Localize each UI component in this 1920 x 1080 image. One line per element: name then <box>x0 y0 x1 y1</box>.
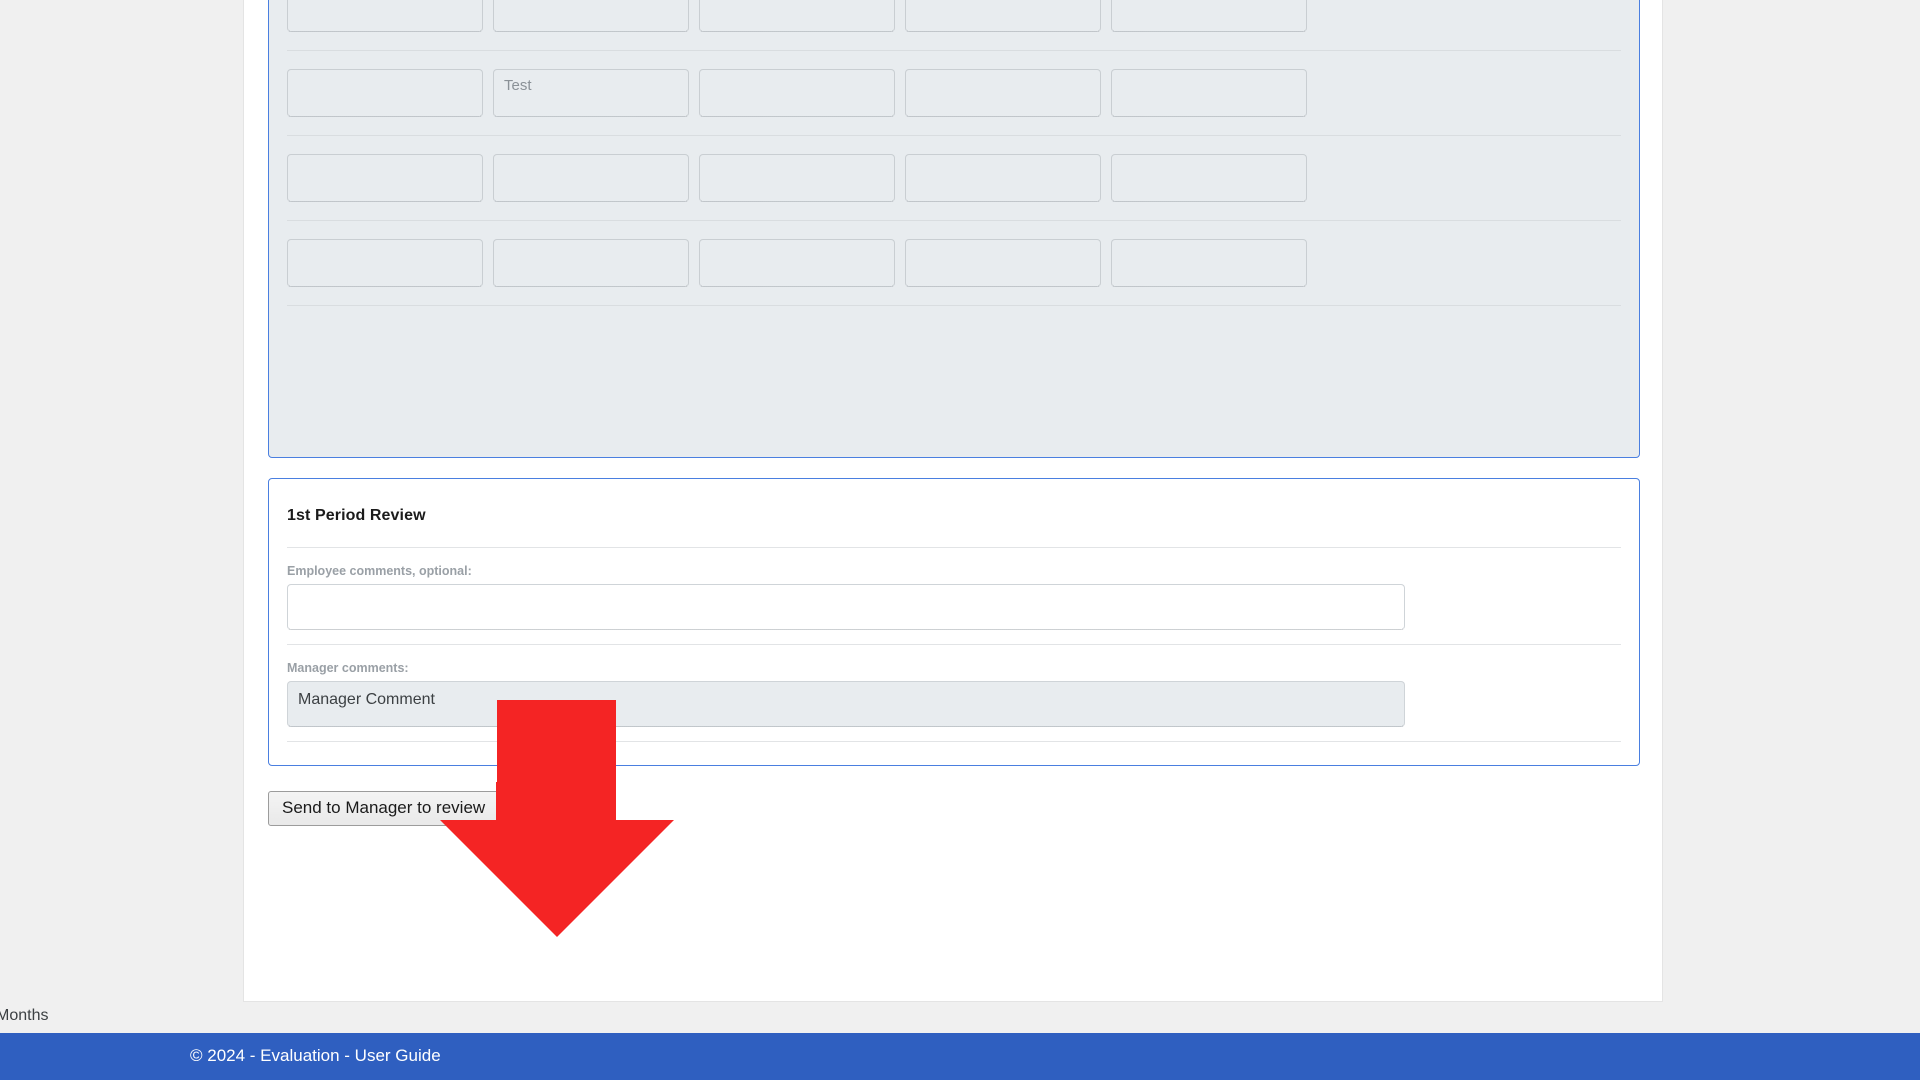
goal-cell-3-1[interactable] <box>287 69 483 117</box>
manager-comments-section: Manager comments: Manager Comment <box>287 644 1621 741</box>
goal-cell-5-3[interactable] <box>699 239 895 287</box>
goals-grid-row: Test <box>287 50 1621 135</box>
goals-grid-card: Test Test Tes <box>268 0 1640 458</box>
goal-cell-5-1[interactable] <box>287 239 483 287</box>
manager-comments-label: Manager comments: <box>287 661 409 675</box>
employee-comments-input[interactable] <box>287 584 1405 630</box>
months-cutoff-label: Months <box>0 1007 49 1024</box>
period-review-title: 1st Period Review <box>287 507 426 524</box>
goals-grid: Test Test Tes <box>269 0 1639 323</box>
manager-comments-input: Manager Comment <box>287 681 1405 727</box>
goals-grid-row <box>287 135 1621 220</box>
goal-cell-2-1[interactable] <box>287 0 483 32</box>
goal-cell-2-3[interactable] <box>699 0 895 32</box>
goals-grid-row <box>287 220 1621 305</box>
goal-cell-3-2[interactable]: Test <box>493 69 689 117</box>
goal-cell-4-2[interactable] <box>493 154 689 202</box>
goal-cell-4-1[interactable] <box>287 154 483 202</box>
accept-button[interactable]: Accept <box>505 790 586 826</box>
employee-comments-label: Employee comments, optional: <box>287 564 472 578</box>
goal-cell-4-3[interactable] <box>699 154 895 202</box>
goal-cell-2-5[interactable] <box>1111 0 1307 32</box>
footer-copyright-text: © 2024 - Evaluation - User Guide <box>190 1046 441 1065</box>
review-card-bottom-divider <box>287 741 1621 757</box>
action-button-row: Send to Manager to review Accept <box>268 781 1640 835</box>
goals-grid-row <box>287 0 1621 50</box>
send-to-manager-button[interactable]: Send to Manager to review <box>268 790 500 826</box>
footer: © 2024 - Evaluation - User Guide <box>0 1033 1920 1080</box>
goal-cell-3-4[interactable] <box>905 69 1101 117</box>
app-root: Test Test Tes <box>0 0 1920 1080</box>
goal-cell-5-4[interactable] <box>905 239 1101 287</box>
goal-cell-3-5[interactable] <box>1111 69 1307 117</box>
goal-cell-5-2[interactable] <box>493 239 689 287</box>
goal-cell-2-4[interactable] <box>905 0 1101 32</box>
goals-grid-footer-divider <box>287 305 1621 323</box>
employee-comments-section: Employee comments, optional: <box>287 547 1621 644</box>
page-container: Test Test Tes <box>243 0 1663 1002</box>
goal-cell-3-3[interactable] <box>699 69 895 117</box>
period-review-card: 1st Period Review Employee comments, opt… <box>268 478 1640 766</box>
accept-button-wrapper: Accept <box>496 781 595 835</box>
goal-cell-4-5[interactable] <box>1111 154 1307 202</box>
goal-cell-2-2[interactable] <box>493 0 689 32</box>
goal-cell-4-4[interactable] <box>905 154 1101 202</box>
goal-cell-5-5[interactable] <box>1111 239 1307 287</box>
